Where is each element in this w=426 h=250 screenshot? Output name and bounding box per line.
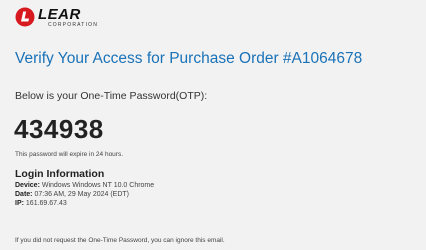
device-label: Device: bbox=[15, 182, 40, 189]
ip-value: 161.69.67.43 bbox=[25, 200, 67, 207]
date-value: 07:36 AM, 29 May 2024 (EDT) bbox=[34, 191, 130, 198]
date-label: Date: bbox=[15, 191, 33, 198]
email-headline: Verify Your Access for Purchase Order #A… bbox=[15, 50, 363, 67]
ignore-email-note: If you did not request the One-Time Pass… bbox=[15, 237, 225, 244]
ip-info-line: IP: 161.69.67.43 bbox=[15, 200, 67, 207]
lear-logo: LEAR CORPORATION bbox=[15, 6, 98, 28]
device-value: Windows Windows NT 10.0 Chrome bbox=[41, 182, 155, 189]
otp-expiry-note: This password will expire in 24 hours. bbox=[15, 151, 124, 158]
login-info-title: Login Information bbox=[15, 168, 105, 180]
otp-intro-text: Below is your One-Time Password(OTP): bbox=[15, 90, 208, 102]
lear-logo-icon bbox=[15, 7, 35, 27]
otp-code: 434938 bbox=[14, 114, 104, 144]
device-info-line: Device: Windows Windows NT 10.0 Chrome bbox=[15, 182, 154, 189]
logo-subtext: CORPORATION bbox=[48, 21, 99, 28]
ip-label: IP: bbox=[15, 200, 24, 207]
logo-wordmark: LEAR bbox=[38, 5, 81, 23]
date-info-line: Date: 07:36 AM, 29 May 2024 (EDT) bbox=[15, 191, 129, 198]
